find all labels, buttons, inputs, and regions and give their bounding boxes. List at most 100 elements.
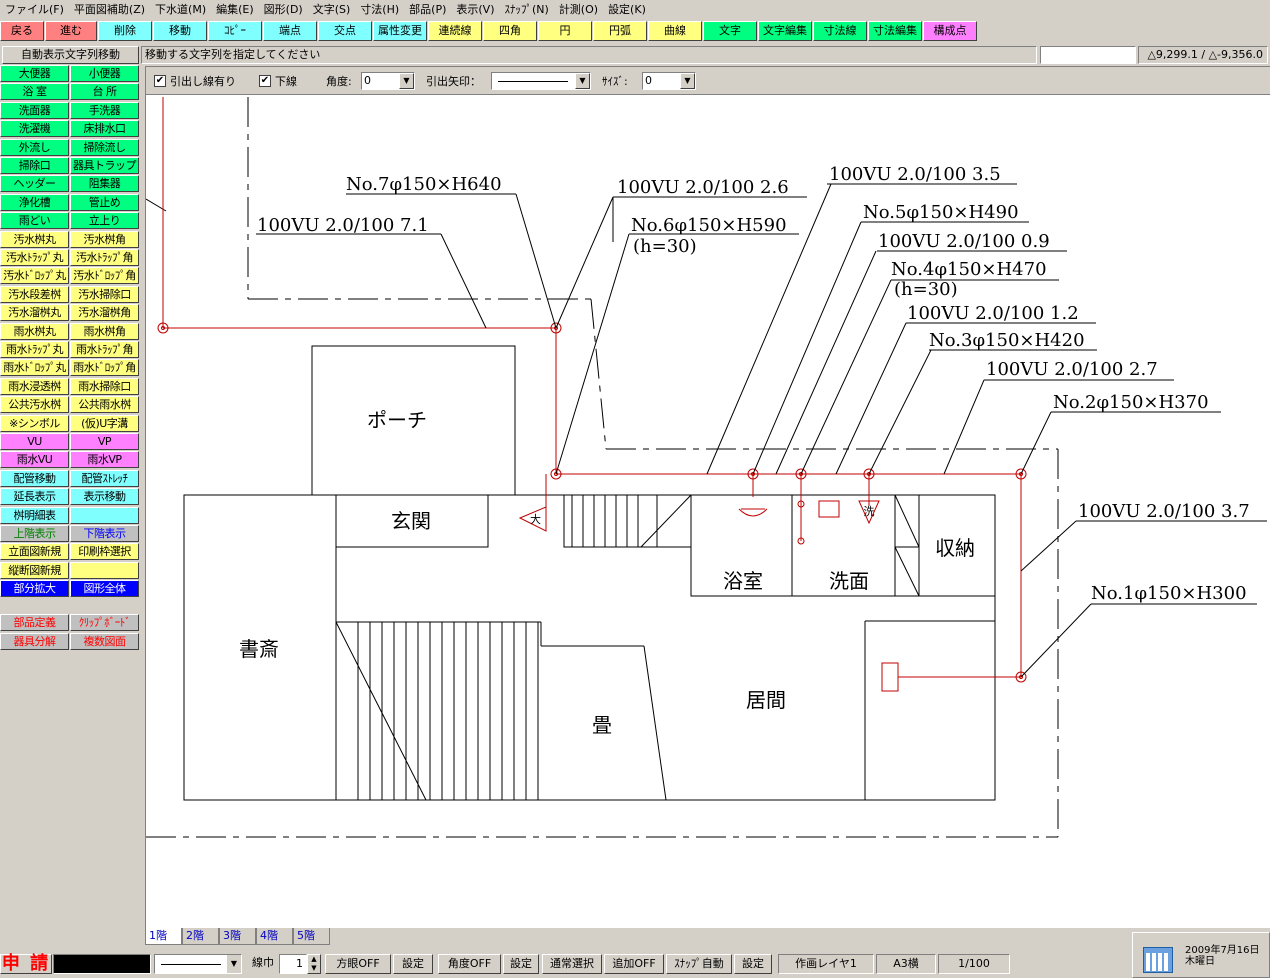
palette-button[interactable]: 雨水VU bbox=[0, 451, 69, 469]
palette-button[interactable]: 台 所 bbox=[70, 83, 139, 101]
add-toggle[interactable]: 追加OFF bbox=[604, 954, 664, 974]
palette-button[interactable] bbox=[70, 561, 139, 579]
angle-toggle[interactable]: 角度OFF bbox=[438, 954, 501, 974]
toolbar-button[interactable]: 曲線 bbox=[648, 21, 702, 41]
palette-button[interactable]: 配管ｽﾄﾚｯﾁ bbox=[70, 469, 139, 487]
floor-plan[interactable]: 大 洗 No.7φ150×H640 100VU 2.0/100 7.1 100VU 2.… bbox=[146, 67, 1270, 929]
palette-button[interactable]: 縦断図新規 bbox=[0, 561, 69, 579]
palette-button[interactable]: 雨水ﾄﾗｯﾌﾟ角 bbox=[70, 341, 139, 358]
line-type-select[interactable]: ▼ bbox=[154, 954, 242, 974]
palette-button[interactable]: 雨水桝角 bbox=[70, 322, 139, 340]
palette-button[interactable]: 雨水掃除口 bbox=[70, 377, 139, 395]
menu-item[interactable]: ファイル(F) bbox=[0, 0, 69, 20]
grid-settings-button[interactable]: 設定 bbox=[393, 954, 433, 974]
palette-button[interactable]: ｸﾘｯﾌﾟﾎﾞｰﾄﾞ bbox=[70, 614, 139, 631]
palette-button[interactable]: 汚水段差桝 bbox=[0, 285, 69, 303]
palette-button[interactable]: VU bbox=[0, 433, 69, 450]
toolbar-button[interactable]: 構成点 bbox=[923, 21, 977, 41]
toolbar-button[interactable]: 削除 bbox=[98, 21, 152, 41]
paper-size[interactable]: A3横 bbox=[876, 954, 936, 974]
palette-button[interactable]: 雨水ﾄﾞﾛｯﾌﾟ丸 bbox=[0, 359, 69, 377]
palette-button[interactable]: 汚水ﾄﾞﾛｯﾌﾟ丸 bbox=[0, 267, 69, 285]
palette-button[interactable]: ※シンボル bbox=[0, 414, 69, 432]
menu-item[interactable]: 部品(P) bbox=[404, 0, 451, 20]
palette-button[interactable]: 延長表示 bbox=[0, 488, 69, 506]
size-select[interactable]: 0 ▼ bbox=[642, 72, 696, 90]
palette-button[interactable]: (仮)U字溝 bbox=[70, 414, 139, 432]
snap-mode[interactable]: ｽﾅｯﾌﾟ自動 bbox=[666, 954, 732, 974]
palette-button[interactable]: 汚水溜桝角 bbox=[70, 304, 139, 322]
palette-button[interactable]: 図形全体 bbox=[70, 580, 139, 598]
palette-button[interactable]: 表示移動 bbox=[70, 488, 139, 506]
palette-button[interactable]: 阻集器 bbox=[70, 175, 139, 193]
toolbar-button[interactable]: 進む bbox=[45, 21, 97, 41]
leader-checkbox[interactable]: ✔ bbox=[154, 75, 166, 87]
toolbar-button[interactable]: 円 bbox=[538, 21, 592, 41]
palette-button[interactable]: 汚水桝丸 bbox=[0, 230, 69, 248]
menu-item[interactable]: 平面図補助(Z) bbox=[69, 0, 150, 20]
toolbar-button[interactable]: 寸法線 bbox=[813, 21, 867, 41]
palette-button[interactable]: 洗濯機 bbox=[0, 120, 69, 138]
chevron-down-icon[interactable]: ▼ bbox=[680, 73, 695, 89]
palette-button[interactable]: 洗面器 bbox=[0, 101, 69, 119]
palette-button[interactable]: 公共雨水桝 bbox=[70, 396, 139, 414]
palette-button[interactable]: 汚水桝角 bbox=[70, 230, 139, 248]
toolbar-button[interactable]: 四角 bbox=[483, 21, 537, 41]
tab-floor[interactable]: 2階 bbox=[182, 928, 219, 945]
palette-button[interactable]: 部品定義 bbox=[0, 614, 69, 631]
palette-button[interactable]: 器具トラップ bbox=[70, 157, 139, 174]
toolbar-button[interactable]: 移動 bbox=[153, 21, 207, 41]
scale-indicator[interactable]: 1/100 bbox=[938, 954, 1010, 974]
chevron-down-icon[interactable]: ▼ bbox=[575, 73, 590, 89]
palette-button[interactable]: 配管移動 bbox=[0, 469, 69, 487]
chevron-down-icon[interactable]: ▼ bbox=[399, 73, 414, 89]
palette-button[interactable]: 小便器 bbox=[70, 65, 139, 82]
palette-button[interactable]: 公共汚水桝 bbox=[0, 396, 69, 414]
palette-button[interactable]: 汚水ﾄﾗｯﾌﾟ角 bbox=[70, 249, 139, 266]
toolbar-button[interactable]: 端点 bbox=[263, 21, 317, 41]
palette-button[interactable] bbox=[70, 506, 139, 524]
palette-button[interactable]: VP bbox=[70, 433, 139, 450]
palette-button[interactable]: 大便器 bbox=[0, 65, 69, 82]
palette-button[interactable]: 複数図面 bbox=[70, 633, 139, 650]
palette-button[interactable]: 浴 室 bbox=[0, 83, 69, 101]
palette-button[interactable]: 器具分解 bbox=[0, 633, 69, 650]
menu-item[interactable]: 図形(D) bbox=[259, 0, 308, 20]
palette-button[interactable]: 外流し bbox=[0, 138, 69, 156]
palette-button[interactable]: 汚水ﾄﾞﾛｯﾌﾟ角 bbox=[70, 267, 139, 285]
apply-button[interactable]: 申 請 bbox=[0, 954, 52, 974]
palette-button[interactable]: 部分拡大 bbox=[0, 580, 69, 598]
toolbar-button[interactable]: 連続線 bbox=[428, 21, 482, 41]
palette-button[interactable]: 雨水浸透桝 bbox=[0, 377, 69, 395]
input-field[interactable] bbox=[1040, 46, 1136, 64]
menu-item[interactable]: 文字(S) bbox=[308, 0, 356, 20]
menu-item[interactable]: 表示(V) bbox=[451, 0, 499, 20]
tab-floor[interactable]: 5階 bbox=[293, 928, 330, 945]
snap-settings-button[interactable]: 設定 bbox=[734, 954, 772, 974]
palette-button[interactable]: 雨水桝丸 bbox=[0, 322, 69, 340]
menu-item[interactable]: ｽﾅｯﾌﾟ(N) bbox=[500, 0, 554, 20]
palette-button[interactable]: 立面図新規 bbox=[0, 543, 69, 561]
grid-toggle[interactable]: 方眼OFF bbox=[325, 954, 391, 974]
angle-select[interactable]: 0 ▼ bbox=[361, 72, 415, 90]
palette-button[interactable]: ヘッダー bbox=[0, 175, 69, 193]
menu-item[interactable]: 下水道(M) bbox=[150, 0, 211, 20]
toolbar-button[interactable]: ｺﾋﾟｰ bbox=[208, 21, 262, 41]
toolbar-button[interactable]: 円弧 bbox=[593, 21, 647, 41]
chevron-down-icon[interactable]: ▼ bbox=[227, 955, 241, 973]
palette-button[interactable]: 雨水ﾄﾗｯﾌﾟ丸 bbox=[0, 341, 69, 358]
palette-button[interactable]: 汚水ﾄﾗｯﾌﾟ丸 bbox=[0, 249, 69, 266]
tab-floor[interactable]: 3階 bbox=[219, 928, 256, 945]
palette-button[interactable]: 掃除流し bbox=[70, 138, 139, 156]
palette-button[interactable]: 下階表示 bbox=[70, 525, 139, 542]
tab-floor[interactable]: 4階 bbox=[256, 928, 293, 945]
toolbar-button[interactable]: 交点 bbox=[318, 21, 372, 41]
palette-button[interactable]: 汚水掃除口 bbox=[70, 285, 139, 303]
palette-button[interactable]: 上階表示 bbox=[0, 525, 69, 542]
toolbar-button[interactable]: 属性変更 bbox=[373, 21, 427, 41]
tab-floor[interactable]: 1階 bbox=[145, 928, 182, 945]
palette-button[interactable]: 印刷枠選択 bbox=[70, 543, 139, 561]
palette-button[interactable]: 桝明細表 bbox=[0, 506, 69, 524]
palette-button[interactable]: 雨どい bbox=[0, 212, 69, 230]
menu-item[interactable]: 編集(E) bbox=[211, 0, 259, 20]
